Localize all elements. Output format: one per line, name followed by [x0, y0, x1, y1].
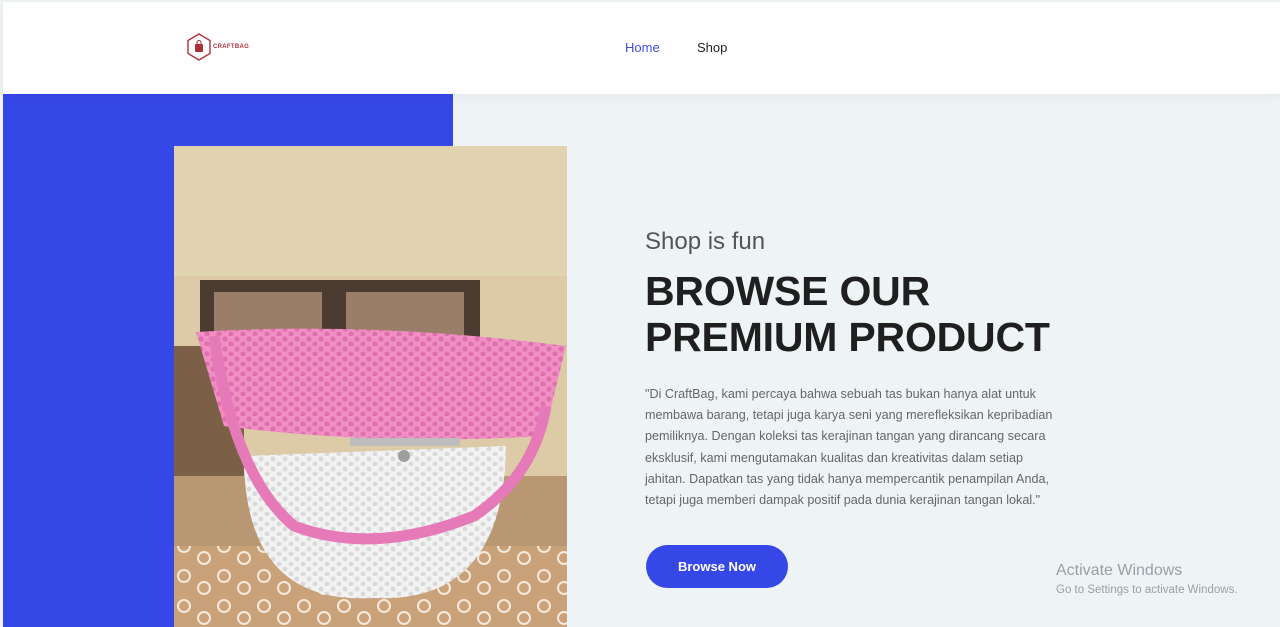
- hero-headline-line-2: PREMIUM PRODUCT: [645, 314, 1050, 360]
- activate-windows-subtitle: Go to Settings to activate Windows.: [1056, 584, 1238, 596]
- shopping-bag-hexagon-icon: [187, 33, 211, 61]
- site-header: CRAFTBAG Home Shop: [3, 2, 1280, 94]
- hero-subtitle: Shop is fun: [645, 228, 766, 255]
- hero-headline-line-1: BROWSE OUR: [645, 268, 931, 314]
- activate-windows-title: Activate Windows: [1056, 562, 1183, 579]
- brand-logo-text: CRAFTBAG: [213, 44, 250, 50]
- nav-home-link[interactable]: Home: [625, 40, 660, 55]
- brand-logo[interactable]: CRAFTBAG: [187, 32, 249, 62]
- hero-description: "Di CraftBag, kami percaya bahwa sebuah …: [645, 387, 1053, 508]
- nav-shop-link[interactable]: Shop: [697, 40, 727, 55]
- browse-now-button[interactable]: Browse Now: [646, 545, 788, 588]
- product-photo: [174, 146, 567, 627]
- hero-headline: BROWSE OUR PREMIUM PRODUCT: [645, 268, 1105, 360]
